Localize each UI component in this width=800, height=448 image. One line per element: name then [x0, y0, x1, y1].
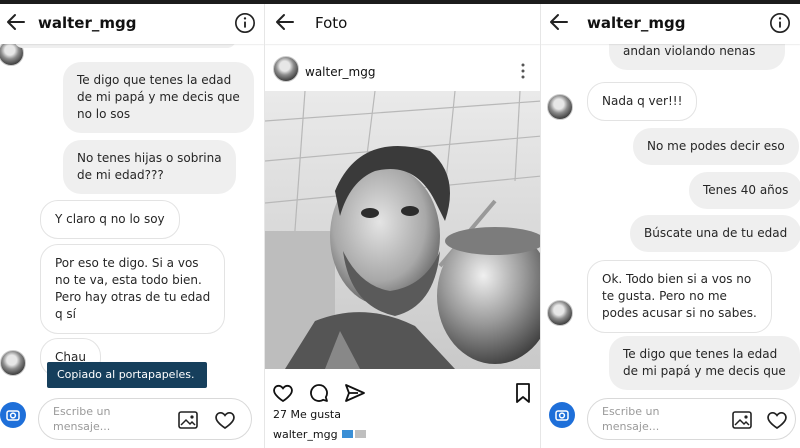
message-input-placeholder: Escribe un mensaje... — [53, 405, 111, 433]
emoji-icon — [341, 430, 366, 438]
gallery-icon[interactable] — [731, 409, 753, 431]
camera-button[interactable] — [549, 402, 575, 428]
message-bubble-sent[interactable]: No tenes hijas o sobrina de mi edad??? — [63, 140, 236, 194]
camera-icon — [6, 410, 20, 421]
right-chat-panel: walter_mgg Y pos como vos después andan … — [541, 4, 800, 448]
camera-icon — [555, 410, 569, 421]
avatar[interactable] — [547, 300, 573, 326]
info-icon[interactable] — [234, 12, 256, 34]
heart-icon[interactable] — [213, 408, 237, 432]
message-input[interactable]: Escribe un mensaje... — [587, 398, 796, 440]
info-icon[interactable] — [769, 12, 791, 34]
avatar[interactable] — [547, 94, 573, 120]
message-bubble-received[interactable]: Ok. Todo bien si a vos no te gusta. Pero… — [587, 260, 772, 333]
comment-icon[interactable] — [307, 381, 331, 405]
message-bubble-received[interactable]: Y claro q no lo soy — [40, 200, 180, 239]
message-bubble-sent[interactable]: Te digo que tenes la edad de mi papá y m… — [609, 336, 800, 390]
more-icon[interactable] — [520, 62, 526, 80]
avatar[interactable] — [0, 350, 26, 376]
chat-header: walter_mgg — [0, 4, 264, 44]
message-composer: Escribe un mensaje... — [541, 392, 800, 448]
post-header: Foto — [265, 4, 540, 44]
message-bubble-received[interactable]: Nada q ver!!! — [587, 82, 698, 121]
caption-username[interactable]: walter_mgg — [273, 428, 338, 441]
chat-title[interactable]: walter_mgg — [38, 14, 136, 32]
copied-toast: Copiado al portapapeles. — [47, 362, 207, 388]
message-bubble-sent[interactable]: No me podes decir eso — [633, 128, 799, 165]
photo-post-panel: Foto walter_mgg 27 Me gusta walter_mgg — [264, 4, 541, 448]
message-bubble-sent[interactable]: Búscate una de tu edad — [630, 215, 800, 252]
post-photo[interactable] — [265, 91, 540, 369]
post-photo-image — [265, 91, 540, 369]
camera-button[interactable] — [0, 402, 26, 428]
back-arrow-icon[interactable] — [547, 10, 571, 34]
likes-count[interactable]: 27 Me gusta — [273, 408, 341, 421]
chat-title[interactable]: walter_mgg — [587, 14, 685, 32]
chat-header: walter_mgg — [541, 4, 800, 44]
post-username[interactable]: walter_mgg — [305, 65, 375, 79]
heart-icon[interactable] — [271, 381, 295, 405]
back-arrow-icon[interactable] — [4, 10, 28, 34]
bookmark-icon[interactable] — [511, 381, 535, 405]
gallery-icon[interactable] — [177, 409, 199, 431]
page-title: Foto — [315, 14, 348, 32]
share-icon[interactable] — [343, 381, 367, 405]
left-chat-panel: walter_mgg Te digo que tenes la edad de … — [0, 4, 264, 448]
heart-icon[interactable] — [765, 408, 789, 432]
message-bubble-sent[interactable]: Tenes 40 años — [689, 172, 800, 209]
back-arrow-icon[interactable] — [273, 10, 297, 34]
post-author-row: walter_mgg — [265, 48, 540, 92]
post-actions — [265, 379, 540, 409]
message-composer: Escribe un mensaje... — [0, 392, 264, 448]
post-caption: walter_mgg — [273, 428, 366, 441]
message-bubble-received[interactable]: Por eso te digo. Si a vos no te va, esta… — [40, 244, 226, 334]
avatar[interactable] — [273, 56, 299, 82]
message-input[interactable]: Escribe un mensaje... — [38, 398, 252, 440]
message-bubble-sent[interactable]: Te digo que tenes la edad de mi papá y m… — [63, 62, 254, 133]
message-input-placeholder: Escribe un mensaje... — [602, 405, 660, 433]
